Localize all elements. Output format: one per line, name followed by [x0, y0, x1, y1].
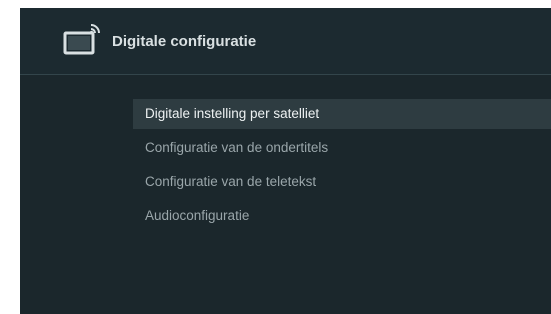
tv-satellite-icon	[62, 22, 102, 58]
settings-menu: Digitale instelling per satelliet Config…	[133, 99, 551, 235]
page-title: Digitale configuratie	[112, 33, 257, 50]
menu-item-audio-config[interactable]: Audioconfiguratie	[133, 201, 551, 231]
menu-item-label: Configuratie van de teletekst	[145, 174, 317, 189]
header-bar: Digitale configuratie	[20, 8, 551, 74]
menu-item-teletext-config[interactable]: Configuratie van de teletekst	[133, 167, 551, 197]
tv-screen: Digitale configuratie Digitale instellin…	[20, 8, 551, 314]
menu-item-label: Configuratie van de ondertitels	[145, 140, 329, 155]
menu-item-subtitle-config[interactable]: Configuratie van de ondertitels	[133, 133, 551, 163]
menu-item-satellite-setup[interactable]: Digitale instelling per satelliet	[133, 99, 551, 129]
menu-item-label: Digitale instelling per satelliet	[145, 106, 320, 121]
header-divider	[20, 74, 551, 75]
menu-item-label: Audioconfiguratie	[145, 208, 250, 223]
